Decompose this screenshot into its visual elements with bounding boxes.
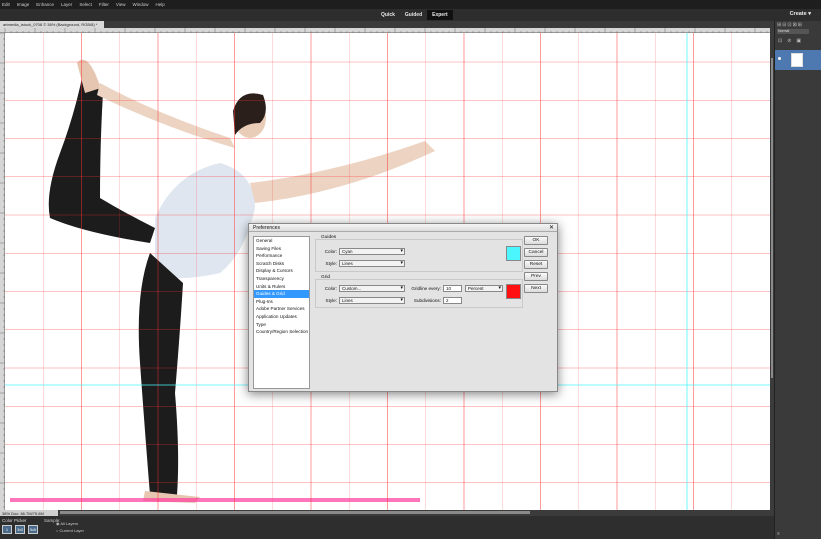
- menu-select[interactable]: Select: [79, 2, 92, 7]
- tool-name: Color Picker: [2, 518, 27, 523]
- grid-color-select[interactable]: Custom...: [339, 285, 405, 292]
- layers-panel: ⊞⊟⊡⊠⊞ Normal ⊡⊘▣ ≡: [774, 21, 821, 539]
- layer-row-background[interactable]: [775, 50, 821, 70]
- sample-5x5-button[interactable]: 5x5: [28, 525, 38, 534]
- guides-color-select[interactable]: Cyan: [339, 248, 405, 255]
- category-list: General Saving Files Performance Scratch Di…: [253, 236, 310, 389]
- category-item[interactable]: Plug-Ins: [254, 298, 309, 306]
- menu-edit[interactable]: Edit: [2, 2, 10, 7]
- tool-options-bar: Color Picker 1 3x3 5x5 Sample: ◉ All Lay…: [0, 516, 774, 539]
- horizontal-scroll-thumb[interactable]: [60, 511, 530, 514]
- grid-color-label: Color:: [324, 286, 337, 291]
- panel-toolbar-icons[interactable]: ⊞⊟⊡⊠⊞: [777, 22, 803, 28]
- grid-style-label: Style:: [325, 298, 338, 303]
- subdivisions-label: Subdivisions:: [413, 298, 441, 303]
- visibility-eye-icon[interactable]: [778, 57, 781, 60]
- mode-guided[interactable]: Guided: [400, 10, 427, 20]
- guides-group: [315, 239, 523, 272]
- category-item[interactable]: Display & Cursors: [254, 267, 309, 275]
- panel-menu-icon[interactable]: ≡: [777, 531, 780, 537]
- document-tab[interactable]: artmedia_istock_0708 © 38% (Background, …: [0, 21, 104, 28]
- subdivisions-input[interactable]: 2: [443, 297, 462, 304]
- mode-quick[interactable]: Quick: [376, 10, 400, 20]
- grid-color-swatch[interactable]: [506, 284, 521, 299]
- next-button[interactable]: Next: [524, 284, 548, 293]
- menu-bar: Edit Image Enhance Layer Select Filter V…: [0, 0, 821, 9]
- category-item[interactable]: Guides & Grid: [254, 290, 309, 298]
- document-tab-bar: artmedia_istock_0708 © 38% (Background, …: [0, 21, 774, 28]
- guides-color-label: Color:: [324, 249, 337, 254]
- layer-thumbnail: [791, 53, 803, 67]
- category-item[interactable]: Type: [254, 321, 309, 329]
- prev-button[interactable]: Prev: [524, 272, 548, 281]
- category-item[interactable]: Adobe Partner Services: [254, 305, 309, 313]
- layer-lock-icons[interactable]: ⊡⊘▣: [778, 38, 806, 44]
- gridline-every-label: Gridline every:: [411, 286, 441, 291]
- menu-filter[interactable]: Filter: [99, 2, 109, 7]
- close-icon[interactable]: ✕: [549, 224, 554, 231]
- guides-style-select[interactable]: Lines: [339, 260, 405, 267]
- menu-window[interactable]: Window: [133, 2, 149, 7]
- create-button[interactable]: Create ▾: [790, 11, 811, 17]
- reset-button[interactable]: Reset: [524, 260, 548, 269]
- category-item[interactable]: Scratch Disks: [254, 260, 309, 268]
- category-item[interactable]: Transparency: [254, 275, 309, 283]
- category-item[interactable]: Units & Rulers: [254, 283, 309, 291]
- preferences-dialog: Preferences ✕ General Saving Files Perform…: [248, 223, 558, 392]
- radio-current-layer-label: Current Layer: [59, 528, 84, 533]
- sample-point-button[interactable]: 1: [2, 525, 12, 534]
- mode-bar: Quick Guided Expert Create ▾: [0, 9, 821, 21]
- sample-size-buttons: 1 3x3 5x5: [2, 525, 41, 534]
- gridline-unit-select[interactable]: Percent: [465, 285, 503, 292]
- guides-color-swatch[interactable]: [506, 246, 521, 261]
- menu-image[interactable]: Image: [17, 2, 30, 7]
- ok-button[interactable]: OK: [524, 236, 548, 245]
- dialog-title: Preferences: [253, 225, 280, 231]
- category-item[interactable]: General: [254, 237, 309, 245]
- category-item[interactable]: Application Updates: [254, 313, 309, 321]
- sample-radios: ◉ All Layers ○ Current Layer: [56, 520, 84, 534]
- menu-enhance[interactable]: Enhance: [36, 2, 54, 7]
- category-item[interactable]: Saving Files: [254, 245, 309, 253]
- gridline-every-input[interactable]: 10: [443, 285, 462, 292]
- category-item[interactable]: Country/Region Selection: [254, 328, 309, 336]
- category-item[interactable]: Performance: [254, 252, 309, 260]
- dialog-titlebar[interactable]: Preferences ✕: [249, 224, 557, 232]
- radio-all-layers-label: All Layers: [60, 521, 78, 526]
- mode-switcher: Quick Guided Expert: [376, 10, 453, 20]
- grid-style-select[interactable]: Lines: [339, 297, 405, 304]
- vertical-scroll-thumb[interactable]: [771, 58, 773, 378]
- guides-style-label: Style:: [325, 261, 338, 266]
- menu-view[interactable]: View: [116, 2, 126, 7]
- sample-3x3-button[interactable]: 3x3: [15, 525, 25, 534]
- menu-layer[interactable]: Layer: [61, 2, 72, 7]
- mode-expert[interactable]: Expert: [427, 10, 453, 20]
- blend-mode-select[interactable]: Normal: [777, 29, 809, 34]
- cancel-button[interactable]: Cancel: [524, 248, 548, 257]
- menu-help[interactable]: Help: [156, 2, 165, 7]
